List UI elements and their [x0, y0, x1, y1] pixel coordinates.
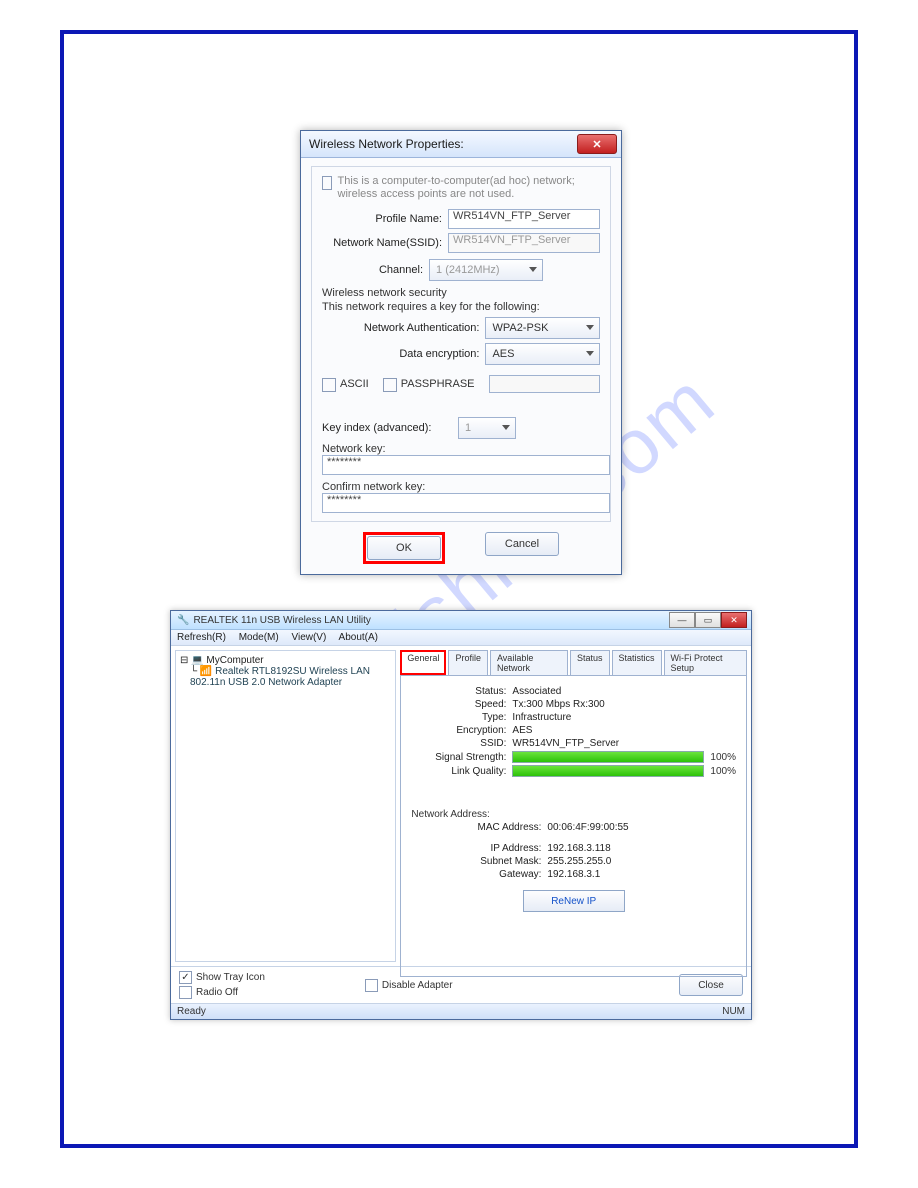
tab-profile[interactable]: Profile	[448, 650, 488, 675]
tab-wps[interactable]: Wi-Fi Protect Setup	[664, 650, 747, 675]
close-icon[interactable]: ✕	[577, 134, 617, 154]
tree-adapter[interactable]: Realtek RTL8192SU Wireless LAN 802.11n U…	[190, 666, 370, 688]
link-label: Link Quality:	[411, 766, 512, 777]
speed-value: Tx:300 Mbps Rx:300	[512, 699, 604, 710]
mask-value: 255.255.255.0	[547, 856, 611, 867]
minimize-icon[interactable]: —	[669, 612, 695, 628]
status-ready: Ready	[177, 1006, 206, 1017]
channel-select: 1 (2412MHz)	[429, 259, 543, 281]
netaddr-heading: Network Address:	[411, 809, 736, 820]
profile-name-label: Profile Name:	[322, 213, 448, 225]
radio-off-label: Radio Off	[196, 987, 238, 998]
tab-general[interactable]: General	[400, 650, 446, 675]
ascii-checkbox[interactable]	[322, 378, 336, 392]
confirm-key-input[interactable]: ********	[322, 493, 610, 513]
link-percent: 100%	[710, 766, 736, 777]
signal-label: Signal Strength:	[411, 752, 512, 763]
type-label: Type:	[411, 712, 512, 723]
adhoc-checkbox[interactable]	[322, 176, 332, 190]
close-icon[interactable]: ✕	[721, 612, 747, 628]
show-tray-checkbox[interactable]: ✓	[179, 971, 192, 984]
ip-label: IP Address:	[411, 843, 547, 854]
gateway-value: 192.168.3.1	[547, 869, 600, 880]
ascii-label: ASCII	[340, 378, 369, 390]
status-num: NUM	[722, 1006, 745, 1017]
enc-value: AES	[512, 725, 532, 736]
adhoc-label: This is a computer-to-computer(ad hoc) n…	[338, 175, 600, 201]
mask-label: Subnet Mask:	[411, 856, 547, 867]
close-button[interactable]: Close	[679, 974, 743, 996]
menu-view[interactable]: View(V)	[291, 632, 326, 643]
tree-root[interactable]: MyComputer	[206, 655, 263, 666]
passphrase-input	[489, 375, 600, 393]
lan-utility-window: 🔧 REALTEK 11n USB Wireless LAN Utility —…	[170, 610, 752, 1020]
menu-bar[interactable]: Refresh(R) Mode(M) View(V) About(A)	[171, 630, 751, 646]
show-tray-label: Show Tray Icon	[196, 972, 265, 983]
encryption-label: Data encryption:	[322, 348, 485, 360]
wireless-properties-dialog: Wireless Network Properties: ✕ This is a…	[300, 130, 622, 575]
tab-available-network[interactable]: Available Network	[490, 650, 568, 675]
utility-titlebar[interactable]: 🔧 REALTEK 11n USB Wireless LAN Utility —…	[171, 611, 751, 630]
renew-ip-button[interactable]: ReNew IP	[523, 890, 625, 912]
ssid-input: WR514VN_FTP_Server	[448, 233, 600, 253]
signal-percent: 100%	[710, 752, 736, 763]
ssid-value: WR514VN_FTP_Server	[512, 738, 619, 749]
encryption-select[interactable]: AES	[485, 343, 600, 365]
menu-mode[interactable]: Mode(M)	[239, 632, 279, 643]
ssid-label: Network Name(SSID):	[322, 237, 448, 249]
maximize-icon[interactable]: ▭	[695, 612, 721, 628]
ip-value: 192.168.3.118	[547, 843, 610, 854]
tab-status[interactable]: Status	[570, 650, 610, 675]
signal-bar	[512, 751, 704, 763]
status-label: Status:	[411, 686, 512, 697]
menu-refresh[interactable]: Refresh(R)	[177, 632, 226, 643]
mac-label: MAC Address:	[411, 822, 547, 833]
security-subtext: This network requires a key for the foll…	[322, 301, 600, 313]
link-bar	[512, 765, 704, 777]
disable-adapter-label: Disable Adapter	[382, 980, 453, 991]
disable-adapter-checkbox[interactable]	[365, 979, 378, 992]
gateway-label: Gateway:	[411, 869, 547, 880]
network-key-input[interactable]: ********	[322, 455, 610, 475]
tab-statistics[interactable]: Statistics	[612, 650, 662, 675]
keyindex-select: 1	[458, 417, 516, 439]
network-key-label: Network key:	[322, 443, 600, 455]
ok-button[interactable]: OK	[367, 536, 441, 560]
speed-label: Speed:	[411, 699, 512, 710]
status-value: Associated	[512, 686, 561, 697]
passphrase-label: PASSPHRASE	[401, 378, 475, 390]
dialog-title: Wireless Network Properties:	[309, 137, 464, 151]
ssid-label: SSID:	[411, 738, 512, 749]
utility-title: REALTEK 11n USB Wireless LAN Utility	[193, 615, 370, 626]
device-tree[interactable]: ⊟ 💻 MyComputer └ 📶 Realtek RTL8192SU Wir…	[175, 650, 396, 962]
channel-label: Channel:	[379, 264, 429, 276]
type-value: Infrastructure	[512, 712, 571, 723]
confirm-key-label: Confirm network key:	[322, 481, 600, 493]
ok-highlight: OK	[363, 532, 445, 564]
radio-off-checkbox[interactable]	[179, 986, 192, 999]
enc-label: Encryption:	[411, 725, 512, 736]
menu-about[interactable]: About(A)	[339, 632, 378, 643]
app-icon: 🔧	[177, 615, 189, 626]
cancel-button[interactable]: Cancel	[485, 532, 559, 556]
auth-select[interactable]: WPA2-PSK	[485, 317, 600, 339]
keyindex-label: Key index (advanced):	[322, 422, 458, 434]
passphrase-checkbox[interactable]	[383, 378, 397, 392]
security-heading: Wireless network security	[322, 287, 600, 299]
profile-name-input[interactable]: WR514VN_FTP_Server	[448, 209, 600, 229]
mac-value: 00:06:4F:99:00:55	[547, 822, 628, 833]
dialog-titlebar[interactable]: Wireless Network Properties: ✕	[301, 131, 621, 158]
auth-label: Network Authentication:	[322, 322, 485, 334]
